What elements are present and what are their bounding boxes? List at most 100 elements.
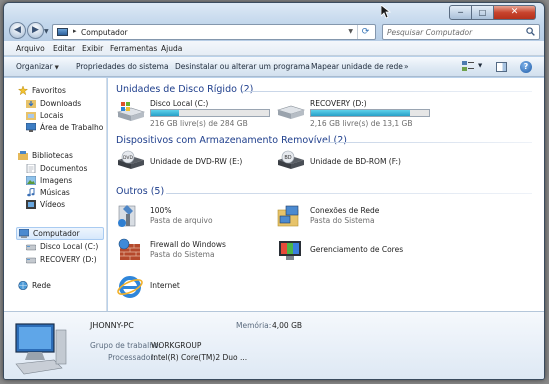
bd-badge: BD xyxy=(284,155,291,161)
item-type: Pasta do Sistema xyxy=(150,250,215,259)
item-type: Pasta de arquivo xyxy=(150,216,213,225)
forward-button[interactable]: ▶ xyxy=(27,22,44,39)
memory-value: 4,00 GB xyxy=(272,321,303,330)
menu-editar[interactable]: Editar xyxy=(53,44,75,53)
drive-usage-fill xyxy=(151,110,180,116)
chevron-down-icon: ▼ xyxy=(54,65,59,71)
organize-button[interactable]: Organizar ▼ xyxy=(16,62,59,71)
archive-folder-icon xyxy=(118,205,136,227)
search-input[interactable] xyxy=(383,25,518,39)
nav-libraries-label: Bibliotecas xyxy=(32,151,73,160)
drive-item-d[interactable]: RECOVERY (D:) 2,16 GB livre(s) de 13,1 G… xyxy=(276,98,446,130)
star-icon xyxy=(18,86,28,95)
nav-item-pictures[interactable]: Imagens xyxy=(26,175,106,187)
help-button[interactable]: ? xyxy=(520,61,532,73)
mouse-cursor-icon xyxy=(381,5,391,19)
pictures-icon xyxy=(26,176,36,185)
other-item-network-connections[interactable]: Conexões de Rede Pasta do Sistema xyxy=(276,204,436,230)
menu-ferramentas[interactable]: Ferramentas xyxy=(110,44,157,53)
minimize-button[interactable]: ─ xyxy=(449,5,472,20)
nav-computer[interactable]: Computador xyxy=(16,227,104,240)
address-bar[interactable]: ▸ Computador ▼ ⟳ xyxy=(52,24,376,40)
map-network-drive-button[interactable]: Mapear unidade de rede xyxy=(311,62,403,71)
drive-name: Unidade de DVD-RW (E:) xyxy=(150,157,243,166)
hard-drive-icon xyxy=(276,105,306,119)
nav-item-locais[interactable]: Locais xyxy=(26,110,106,122)
address-history-dropdown-icon[interactable]: ▼ xyxy=(348,28,353,35)
details-pane: JHONNY-PC Memória: 4,00 GB Grupo de trab… xyxy=(4,311,544,379)
item-name: Firewall do Windows xyxy=(150,240,226,249)
refresh-button[interactable]: ⟳ xyxy=(357,25,373,39)
change-view-icon[interactable] xyxy=(462,61,474,72)
view-options-dropdown-icon[interactable]: ▼ xyxy=(478,63,482,69)
desktop-icon xyxy=(26,123,36,132)
nav-favorites[interactable]: Favoritos xyxy=(18,85,106,97)
drive-name: RECOVERY (D:) xyxy=(310,99,367,108)
menu-exibir[interactable]: Exibir xyxy=(82,44,103,53)
group-divider xyxy=(166,193,532,194)
group-header-others[interactable]: Outros (5) xyxy=(116,186,164,197)
nav-item-music[interactable]: Músicas xyxy=(26,187,106,199)
search-box[interactable] xyxy=(382,24,540,40)
uninstall-program-button[interactable]: Desinstalar ou alterar um programa xyxy=(175,62,310,71)
music-note-icon xyxy=(27,188,35,197)
recent-pages-dropdown[interactable]: ▼ xyxy=(44,28,49,35)
computer-icon xyxy=(57,28,68,36)
more-commands-button[interactable]: » xyxy=(404,62,409,71)
firewall-icon xyxy=(118,238,140,260)
back-button[interactable]: ◀ xyxy=(9,22,26,39)
nav-item-drive-d[interactable]: RECOVERY (D:) xyxy=(26,254,106,266)
nav-network[interactable]: Rede xyxy=(18,280,106,292)
nav-item-desktop[interactable]: Área de Trabalho xyxy=(26,122,106,134)
nav-item-label: Imagens xyxy=(40,176,73,185)
nav-item-drive-c[interactable]: Disco Local (C:) xyxy=(26,241,106,253)
nav-item-downloads[interactable]: Downloads xyxy=(26,98,106,110)
other-item-internet[interactable]: Internet xyxy=(116,274,266,300)
system-properties-button[interactable]: Propriedades do sistema xyxy=(76,62,169,71)
hard-drive-icon xyxy=(26,257,36,264)
menu-ajuda[interactable]: Ajuda xyxy=(161,44,182,53)
breadcrumb-arrow-icon[interactable]: ▸ xyxy=(73,27,77,35)
command-bar: Organizar ▼ Propriedades do sistema Desin… xyxy=(4,57,544,77)
network-icon xyxy=(18,281,28,290)
drive-item-c[interactable]: Disco Local (C:) 216 GB livre(s) de 284 … xyxy=(116,98,286,130)
recent-places-icon xyxy=(26,112,36,120)
hard-drive-icon xyxy=(26,244,36,251)
processor-value: Intel(R) Core(TM)2 Duo ... xyxy=(151,353,248,362)
menu-arquivo[interactable]: Arquivo xyxy=(16,44,45,53)
menu-bar: Arquivo Editar Exibir Ferramentas Ajuda xyxy=(4,41,544,56)
organize-label: Organizar xyxy=(16,62,53,71)
content-pane: Unidades de Disco Rígido (2) Disco Local… xyxy=(108,78,544,311)
nav-item-label: Downloads xyxy=(40,99,82,108)
search-icon[interactable] xyxy=(526,27,535,36)
computer-large-icon xyxy=(15,323,67,375)
other-item-color-management[interactable]: Gerenciamento de Cores xyxy=(276,238,446,264)
preview-pane-icon[interactable] xyxy=(496,62,507,72)
drive-free-space: 216 GB livre(s) de 284 GB xyxy=(150,119,248,128)
color-management-icon xyxy=(279,241,301,260)
close-button[interactable]: ✕ xyxy=(493,5,536,20)
drive-item-f[interactable]: BD Unidade de BD-ROM (F:) xyxy=(276,150,426,174)
breadcrumb-computer[interactable]: Computador xyxy=(81,28,128,37)
group-header-hard-disks[interactable]: Unidades de Disco Rígido (2) xyxy=(116,84,253,95)
nav-item-videos[interactable]: Vídeos xyxy=(26,199,106,211)
drive-item-e[interactable]: DVD Unidade de DVD-RW (E:) xyxy=(116,150,266,174)
nav-item-label: Vídeos xyxy=(40,200,66,209)
group-header-removable[interactable]: Dispositivos com Armazenamento Removível… xyxy=(116,135,347,146)
nav-computer-label: Computador xyxy=(33,229,80,238)
title-bar: ◀ ▶ ▼ ▸ Computador ▼ ⟳ ─ □ ✕ xyxy=(4,3,544,41)
item-name: Gerenciamento de Cores xyxy=(310,245,404,254)
item-name: Conexões de Rede xyxy=(310,206,380,215)
group-divider xyxy=(322,142,532,143)
explorer-window: ◀ ▶ ▼ ▸ Computador ▼ ⟳ ─ □ ✕ Arquivo Edi… xyxy=(3,2,545,380)
nav-item-label: RECOVERY (D:) xyxy=(40,255,97,264)
group-divider xyxy=(242,91,532,92)
libraries-icon xyxy=(18,151,28,160)
other-item-firewall[interactable]: Firewall do Windows Pasta do Sistema xyxy=(116,238,266,264)
nav-item-documents[interactable]: Documentos xyxy=(26,163,106,175)
nav-libraries[interactable]: Bibliotecas xyxy=(18,150,106,162)
other-item-100[interactable]: 100% Pasta de arquivo xyxy=(116,204,266,230)
maximize-button[interactable]: □ xyxy=(471,5,494,20)
video-icon xyxy=(26,200,36,209)
workgroup-value: WORKGROUP xyxy=(151,341,202,350)
